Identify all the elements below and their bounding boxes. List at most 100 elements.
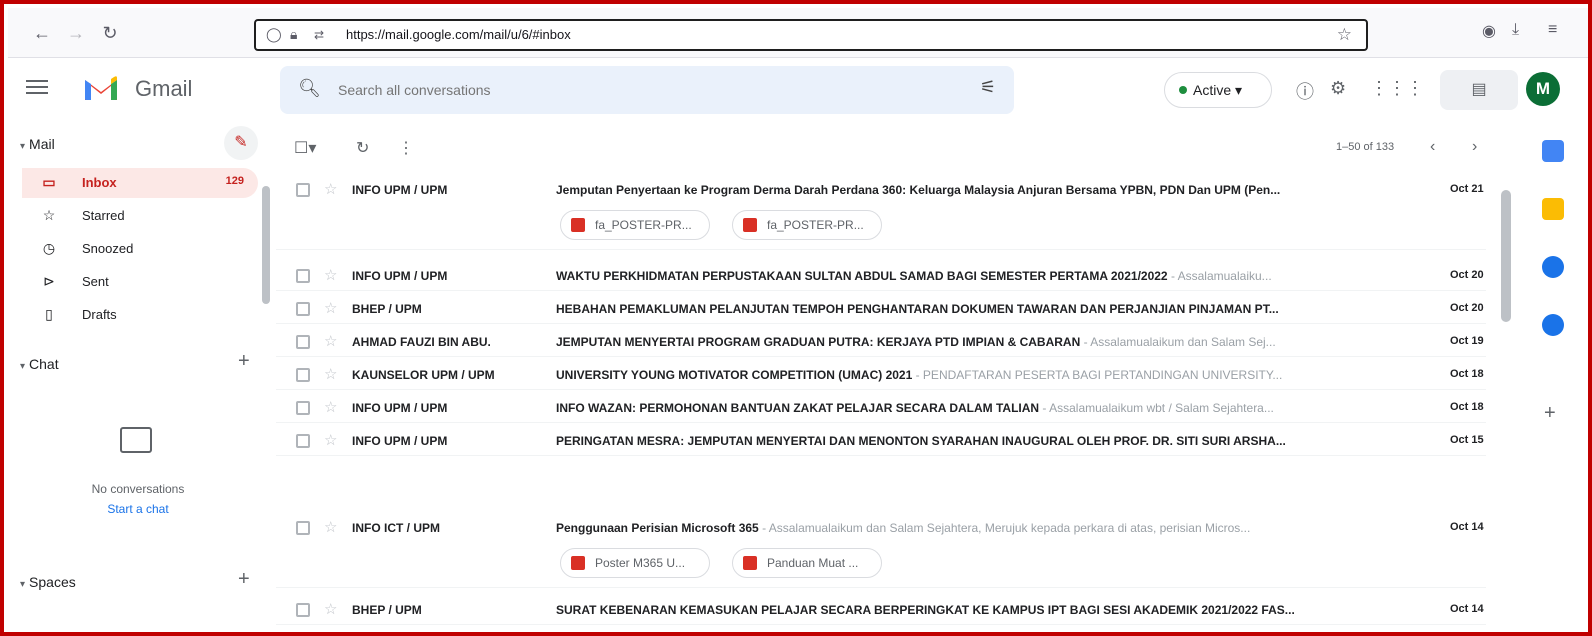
- mail-row[interactable]: ☆ BHEP / UPM HEBAHAN PEMAKLUMAN PELANJUT…: [276, 291, 1486, 324]
- mail-row[interactable]: ☆ INFO UPM / UPM PERINGATAN MESRA: JEMPU…: [276, 423, 1486, 456]
- mail-sender: INFO UPM / UPM: [352, 434, 448, 448]
- forward-arrow-icon[interactable]: →: [64, 20, 88, 46]
- avatar[interactable]: M: [1526, 72, 1560, 106]
- mail-sender: BHEP / UPM: [352, 603, 422, 617]
- star-icon[interactable]: ☆: [324, 431, 337, 449]
- row-checkbox[interactable]: [296, 335, 310, 349]
- bookmark-star-icon[interactable]: ☆: [1337, 25, 1352, 45]
- start-chat-link[interactable]: Start a chat: [38, 502, 238, 516]
- mail-row[interactable]: ☆ AHMAD FAUZI BIN ABU. JEMPUTAN MENYERTA…: [276, 324, 1486, 357]
- get-addons-plus-icon[interactable]: +: [1544, 402, 1556, 425]
- sidebar-item-inbox[interactable]: ▭ Inbox 129: [22, 168, 258, 198]
- attachment-name: fa_POSTER-PR...: [767, 218, 864, 232]
- status-dropdown[interactable]: Active ▾: [1164, 72, 1272, 108]
- send-icon: ⊳: [43, 273, 55, 289]
- star-icon[interactable]: ☆: [324, 180, 337, 198]
- search-bar[interactable]: 🔍︎ ⚟: [280, 66, 1014, 114]
- inbox-icon: ▭: [42, 174, 56, 190]
- attachment-chip[interactable]: Panduan Muat ...: [732, 548, 882, 578]
- collapse-caret-icon[interactable]: ▾: [20, 579, 25, 590]
- mail-subject: INFO WAZAN: PERMOHONAN BANTUAN ZAKAT PEL…: [556, 401, 1040, 415]
- reload-icon[interactable]: ↻: [98, 20, 122, 46]
- mail-row[interactable]: ☆ INFO UPM / UPM Jemputan Penyertaan ke …: [276, 172, 1486, 250]
- star-icon[interactable]: ☆: [324, 600, 337, 618]
- gmail-logo-icon[interactable]: [83, 74, 119, 102]
- mail-row[interactable]: ☆ INFO ICT / UPM Penggunaan Perisian Mic…: [276, 510, 1486, 588]
- attachment-chip[interactable]: fa_POSTER-PR...: [732, 210, 882, 240]
- scrollbar-thumb[interactable]: [1501, 190, 1511, 322]
- star-icon[interactable]: ☆: [324, 398, 337, 416]
- star-icon[interactable]: ☆: [324, 299, 337, 317]
- back-arrow-icon[interactable]: ←: [30, 20, 54, 46]
- mail-row[interactable]: ☆ INFO UPM / UPM WAKTU PERKHIDMATAN PERP…: [276, 258, 1486, 291]
- new-space-plus-icon[interactable]: +: [238, 568, 250, 591]
- mail-list-scrollbar[interactable]: [1498, 172, 1514, 632]
- main-menu-icon[interactable]: [26, 76, 48, 98]
- pager-count: 1–50 of 133: [1336, 141, 1395, 153]
- tasks-icon[interactable]: [1542, 256, 1564, 278]
- mail-subject: SURAT KEBENARAN KEMASUKAN PELAJAR SECARA…: [556, 603, 1295, 617]
- sidebar-item-sent[interactable]: ⊳ Sent: [22, 267, 258, 297]
- row-checkbox[interactable]: [296, 521, 310, 535]
- scrollbar-thumb[interactable]: [262, 186, 270, 304]
- account-switcher[interactable]: ▤: [1440, 70, 1518, 110]
- sidebar-scrollbar[interactable]: [260, 178, 270, 306]
- attachment-name: Panduan Muat ...: [767, 556, 859, 570]
- mail-row[interactable]: ☆ BHEP / UPM SURAT KEBENARAN KEMASUKAN P…: [276, 592, 1486, 625]
- calendar-icon[interactable]: [1542, 140, 1564, 162]
- star-icon[interactable]: ☆: [324, 518, 337, 536]
- sidebar-item-drafts[interactable]: ▯ Drafts: [22, 300, 258, 330]
- attachment-chip[interactable]: Poster M365 U...: [560, 548, 710, 578]
- mail-row[interactable]: ☆ KAUNSELOR UPM / UPM UNIVERSITY YOUNG M…: [276, 357, 1486, 390]
- star-icon[interactable]: ☆: [324, 365, 337, 383]
- chat-section-header[interactable]: ▾ Chat: [20, 356, 59, 372]
- keep-icon[interactable]: [1542, 198, 1564, 220]
- sidebar-item-snoozed[interactable]: ◷ Snoozed: [22, 234, 258, 264]
- contacts-icon[interactable]: [1542, 314, 1564, 336]
- row-checkbox[interactable]: [296, 434, 310, 448]
- sidebar-item-label: Snoozed: [82, 241, 134, 256]
- previous-page-icon[interactable]: ‹: [1430, 138, 1435, 156]
- row-checkbox[interactable]: [296, 603, 310, 617]
- permissions-icon[interactable]: ⇄: [314, 28, 324, 42]
- attachment-chip[interactable]: fa_POSTER-PR...: [560, 210, 710, 240]
- collapse-caret-icon[interactable]: ▾: [20, 141, 25, 152]
- new-chat-plus-icon[interactable]: +: [238, 350, 250, 373]
- row-checkbox[interactable]: [296, 269, 310, 283]
- help-icon[interactable]: ⓘ: [1296, 78, 1314, 104]
- search-options-icon[interactable]: ⚟: [980, 77, 996, 98]
- more-options-icon[interactable]: ⋮: [398, 138, 414, 158]
- row-checkbox[interactable]: [296, 302, 310, 316]
- search-input[interactable]: [338, 78, 938, 102]
- apps-grid-icon[interactable]: ⋮⋮⋮: [1370, 78, 1424, 99]
- sidebar-item-starred[interactable]: ☆ Starred: [22, 201, 258, 231]
- spaces-section-header[interactable]: ▾ Spaces: [20, 574, 76, 590]
- star-icon[interactable]: ☆: [324, 332, 337, 350]
- status-dot-icon: [1179, 86, 1187, 94]
- collapse-caret-icon[interactable]: ▾: [20, 361, 25, 372]
- url-text[interactable]: https://mail.google.com/mail/u/6/#inbox: [346, 27, 571, 42]
- mail-row[interactable]: ☆ INFO UPM / UPM INFO WAZAN: PERMOHONAN …: [276, 390, 1486, 423]
- search-icon[interactable]: 🔍︎: [298, 78, 321, 99]
- address-bar[interactable]: ◯ 🔒︎ ⇄ https://mail.google.com/mail/u/6/…: [254, 19, 1368, 51]
- row-checkbox[interactable]: [296, 401, 310, 415]
- mail-subject: WAKTU PERKHIDMATAN PERPUSTAKAAN SULTAN A…: [556, 269, 1168, 283]
- compose-button[interactable]: ✎: [224, 126, 258, 160]
- lock-icon[interactable]: 🔒︎: [290, 26, 297, 43]
- refresh-icon[interactable]: ↻: [356, 138, 369, 158]
- row-checkbox[interactable]: [296, 368, 310, 382]
- row-checkbox[interactable]: [296, 183, 310, 197]
- shield-icon[interactable]: ◯: [266, 26, 282, 43]
- mail-content: Penggunaan Perisian Microsoft 365 - Assa…: [556, 521, 1366, 535]
- pocket-icon[interactable]: ◉: [1482, 21, 1496, 41]
- star-icon: ☆: [42, 207, 56, 223]
- app-name: Gmail: [135, 76, 193, 101]
- next-page-icon[interactable]: ›: [1472, 138, 1477, 156]
- mail-section-header[interactable]: ▾ Mail: [20, 136, 55, 152]
- mail-content: SURAT KEBENARAN KEMASUKAN PELAJAR SECARA…: [556, 603, 1366, 617]
- download-icon[interactable]: ⤓: [1512, 21, 1519, 39]
- select-all-checkbox[interactable]: ☐▾: [294, 138, 316, 158]
- browser-menu-icon[interactable]: ≡: [1548, 21, 1557, 39]
- settings-gear-icon[interactable]: ⚙: [1330, 78, 1346, 99]
- star-icon[interactable]: ☆: [324, 266, 337, 284]
